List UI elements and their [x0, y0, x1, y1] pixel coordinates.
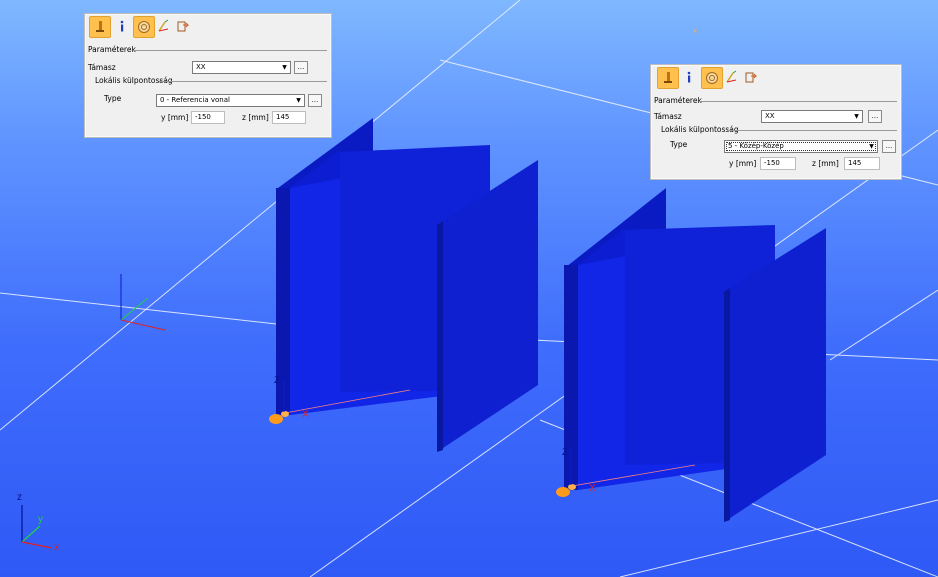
- parameter-panel-left: Paraméterek Támasz XX ▼ ... Lokális külp…: [84, 13, 332, 138]
- eccentricity-divider: [727, 130, 897, 131]
- z-input[interactable]: 145: [272, 111, 306, 124]
- support-icon: [96, 21, 104, 32]
- export-tool-button[interactable]: [173, 16, 193, 36]
- z-label: z [mm]: [812, 159, 839, 168]
- local-axis-x-right: X: [589, 483, 596, 494]
- info-tool-button[interactable]: [679, 67, 699, 87]
- global-axis-x-label: x: [54, 542, 59, 553]
- support-select[interactable]: XX ▼: [192, 61, 291, 74]
- snap-tool-button[interactable]: [133, 16, 155, 38]
- export-icon: [177, 21, 190, 32]
- section-divider: [699, 101, 897, 102]
- type-select[interactable]: 0 - Referencia vonal ▼: [156, 94, 305, 107]
- type-label: Type: [670, 140, 688, 149]
- y-input[interactable]: -150: [191, 111, 225, 124]
- axis-icon: [158, 19, 169, 32]
- eccentricity-divider: [159, 81, 327, 82]
- y-label: y [mm]: [729, 159, 757, 168]
- type-browse-button[interactable]: ...: [308, 94, 322, 107]
- orientation-marker: ×: [692, 27, 698, 35]
- chevron-down-icon: ▼: [869, 143, 874, 150]
- local-axis-z-right: Z: [562, 447, 568, 457]
- export-icon: [745, 72, 758, 83]
- axis-icon: [726, 70, 737, 83]
- support-label: Támasz: [654, 112, 682, 121]
- global-axis-z-label: z: [17, 492, 22, 503]
- support-browse-button[interactable]: ...: [868, 110, 882, 123]
- support-icon: [664, 72, 672, 83]
- origin-axis-triad: [120, 274, 166, 331]
- support-label: Támasz: [88, 63, 116, 72]
- axis-tool-button[interactable]: [153, 16, 173, 36]
- snap-tool-button[interactable]: [701, 67, 723, 89]
- panel-toolbar: [651, 65, 901, 89]
- type-label: Type: [104, 94, 122, 103]
- section-title: Paraméterek: [654, 96, 702, 105]
- global-axis-y-label: y: [38, 514, 43, 525]
- section-divider: [133, 50, 327, 51]
- support-browse-button[interactable]: ...: [294, 61, 308, 74]
- chevron-down-icon: ▼: [296, 97, 301, 104]
- i-beam-left[interactable]: [276, 118, 538, 452]
- parameter-panel-right: Paraméterek Támasz XX ▼ ... Lokális külp…: [650, 64, 902, 180]
- export-tool-button[interactable]: [741, 67, 761, 87]
- local-axis-x-left: X: [302, 409, 309, 420]
- section-title: Paraméterek: [88, 45, 136, 54]
- local-axis-z-left: Z: [274, 375, 280, 385]
- info-icon: [120, 20, 124, 32]
- support-tool-button[interactable]: [657, 67, 679, 89]
- axis-tool-button[interactable]: [721, 67, 741, 87]
- panel-toolbar: [85, 14, 331, 38]
- snap-icon: [706, 72, 718, 84]
- global-axis-triad: [21, 505, 53, 549]
- y-label: y [mm]: [161, 113, 189, 122]
- type-select[interactable]: 5 - Közép-Közép ▼: [724, 140, 878, 153]
- type-browse-button[interactable]: ...: [882, 140, 896, 153]
- snap-icon: [138, 21, 150, 33]
- support-tool-button[interactable]: [89, 16, 111, 38]
- info-icon: [687, 71, 691, 83]
- info-tool-button[interactable]: [112, 16, 132, 36]
- chevron-down-icon: ▼: [854, 113, 859, 120]
- chevron-down-icon: ▼: [282, 64, 287, 71]
- y-input[interactable]: -150: [760, 157, 796, 170]
- 3d-viewport[interactable]: X Z X Z z y x × Paraméterek Támasz XX ▼ …: [0, 0, 938, 577]
- z-label: z [mm]: [242, 113, 269, 122]
- support-select[interactable]: XX ▼: [761, 110, 863, 123]
- z-input[interactable]: 145: [844, 157, 880, 170]
